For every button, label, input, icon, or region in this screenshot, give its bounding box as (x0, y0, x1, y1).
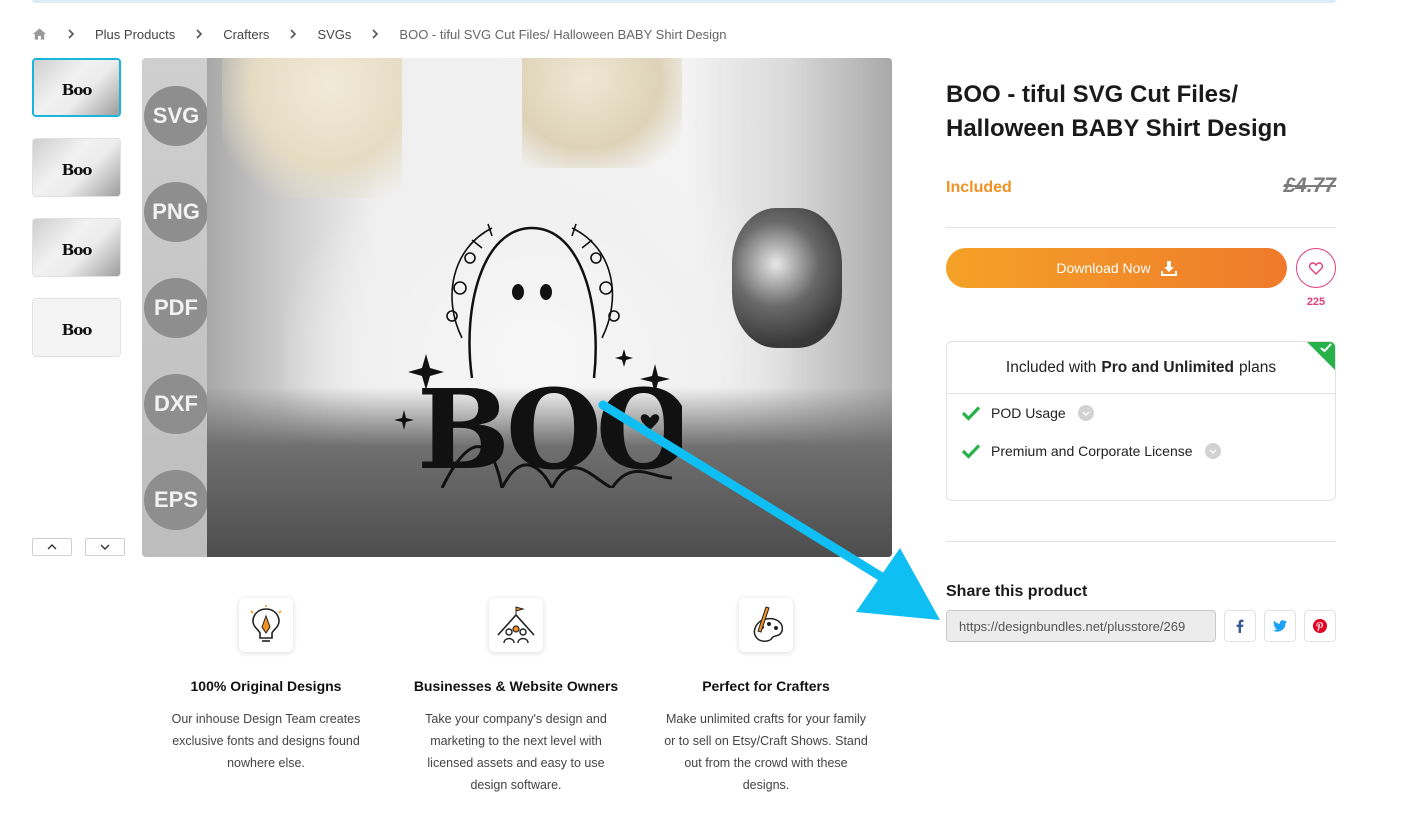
product-title: BOO - tiful SVG Cut Files/ Halloween BAB… (946, 81, 1287, 142)
thumbnail-4[interactable]: Boo (32, 298, 121, 357)
pinterest-icon (1313, 619, 1327, 633)
download-button-label: Download Now (1056, 260, 1151, 276)
chevron-down-icon (100, 544, 110, 550)
feature-title: 100% Original Designs (190, 678, 342, 694)
check-icon (961, 444, 981, 459)
feature-businesses: Businesses & Website Owners Take your co… (391, 598, 641, 796)
plans-header: Included with Pro and Unlimited plans (947, 342, 1335, 394)
share-title: Share this product (946, 583, 1088, 600)
svg-text:BOO: BOO (417, 365, 682, 488)
download-now-button[interactable]: Download Now (946, 248, 1287, 288)
plan-item-label: Premium and Corporate License (991, 443, 1193, 459)
thumbnail-design-text: Boo (61, 240, 93, 259)
thumbnail-design-text: Boo (61, 80, 93, 99)
thumbnail-design-text: Boo (61, 320, 93, 339)
feature-original-designs: 100% Original Designs Our inhouse Design… (141, 598, 391, 774)
home-icon[interactable] (32, 27, 47, 41)
share-twitter-button[interactable] (1264, 610, 1296, 642)
lightbulb-pen-icon (239, 598, 293, 652)
thumbnail-2[interactable]: Boo (32, 138, 121, 197)
chevron-right-icon (372, 29, 379, 39)
plan-item-license: Premium and Corporate License (947, 432, 1335, 470)
chevron-right-icon (196, 29, 203, 39)
boo-tiful-ghost-design: BOO (394, 223, 682, 488)
download-icon (1160, 261, 1177, 276)
favorite-button[interactable] (1296, 248, 1336, 288)
plan-item-label: POD Usage (991, 405, 1066, 421)
photo-detail (522, 58, 682, 168)
format-badge-png: PNG (144, 182, 208, 242)
share-pinterest-button[interactable] (1304, 610, 1336, 642)
chevron-right-icon (68, 29, 75, 39)
check-icon (961, 406, 981, 421)
main-product-image[interactable]: SVG PNG PDF DXF EPS BOO (142, 58, 892, 557)
photo-detail (222, 58, 402, 198)
thumbnail-1[interactable]: Boo (32, 58, 121, 117)
plans-prefix: Included with (1005, 358, 1097, 376)
thumbnail-scroll-down-button[interactable] (85, 538, 125, 556)
favorites-count: 225 (1306, 296, 1326, 308)
plans-box: Included with Pro and Unlimited plans PO… (946, 341, 1336, 501)
feature-title: Perfect for Crafters (702, 678, 830, 694)
check-icon (1320, 343, 1332, 353)
breadcrumb-plus-products[interactable]: Plus Products (95, 27, 175, 42)
twitter-icon (1273, 620, 1287, 632)
format-badge-eps: EPS (144, 470, 208, 530)
feature-crafters: Perfect for Crafters Make unlimited craf… (641, 598, 891, 796)
breadcrumb: Plus Products Crafters SVGs BOO - tiful … (32, 24, 746, 44)
chevron-up-icon (47, 544, 57, 550)
feature-description: Make unlimited crafts for your family or… (664, 712, 868, 792)
format-badge-pdf: PDF (144, 278, 208, 338)
breadcrumb-svgs[interactable]: SVGs (317, 27, 351, 42)
plans-suffix: plans (1239, 358, 1277, 376)
thumbnail-3[interactable]: Boo (32, 218, 121, 277)
feature-description: Take your company's design and marketing… (425, 712, 607, 792)
chevron-right-icon (290, 29, 297, 39)
thumbnail-list: Boo Boo Boo Boo (32, 58, 122, 378)
price-status: Included (946, 179, 1012, 196)
plan-item-pod-usage: POD Usage (947, 394, 1335, 432)
breadcrumb-crafters[interactable]: Crafters (223, 27, 269, 42)
divider (946, 541, 1336, 542)
top-accent-bar (32, 0, 1336, 3)
breadcrumb-current: BOO - tiful SVG Cut Files/ Halloween BAB… (399, 26, 727, 42)
photo-detail (732, 208, 842, 348)
thumbnail-scroll-up-button[interactable] (32, 538, 72, 556)
expand-info-button[interactable] (1204, 443, 1221, 459)
thumbnail-design-text: Boo (61, 160, 93, 179)
original-price: £4.77 (1283, 174, 1336, 197)
share-url-field[interactable] (946, 610, 1216, 642)
expand-info-button[interactable] (1077, 405, 1094, 421)
format-badge-dxf: DXF (144, 374, 208, 434)
mountain-team-icon (489, 598, 543, 652)
divider (946, 227, 1336, 228)
format-strip: SVG PNG PDF DXF EPS (142, 58, 208, 557)
feature-description: Our inhouse Design Team creates exclusiv… (171, 712, 361, 770)
format-badge-svg: SVG (144, 86, 208, 146)
plans-names: Pro and Unlimited (1101, 358, 1235, 376)
feature-title: Businesses & Website Owners (413, 678, 619, 694)
share-facebook-button[interactable] (1224, 610, 1256, 642)
heart-icon (1309, 261, 1323, 275)
chevron-down-icon (1082, 411, 1090, 416)
palette-brush-icon (739, 598, 793, 652)
chevron-down-icon (1209, 449, 1217, 454)
facebook-icon (1236, 619, 1244, 633)
